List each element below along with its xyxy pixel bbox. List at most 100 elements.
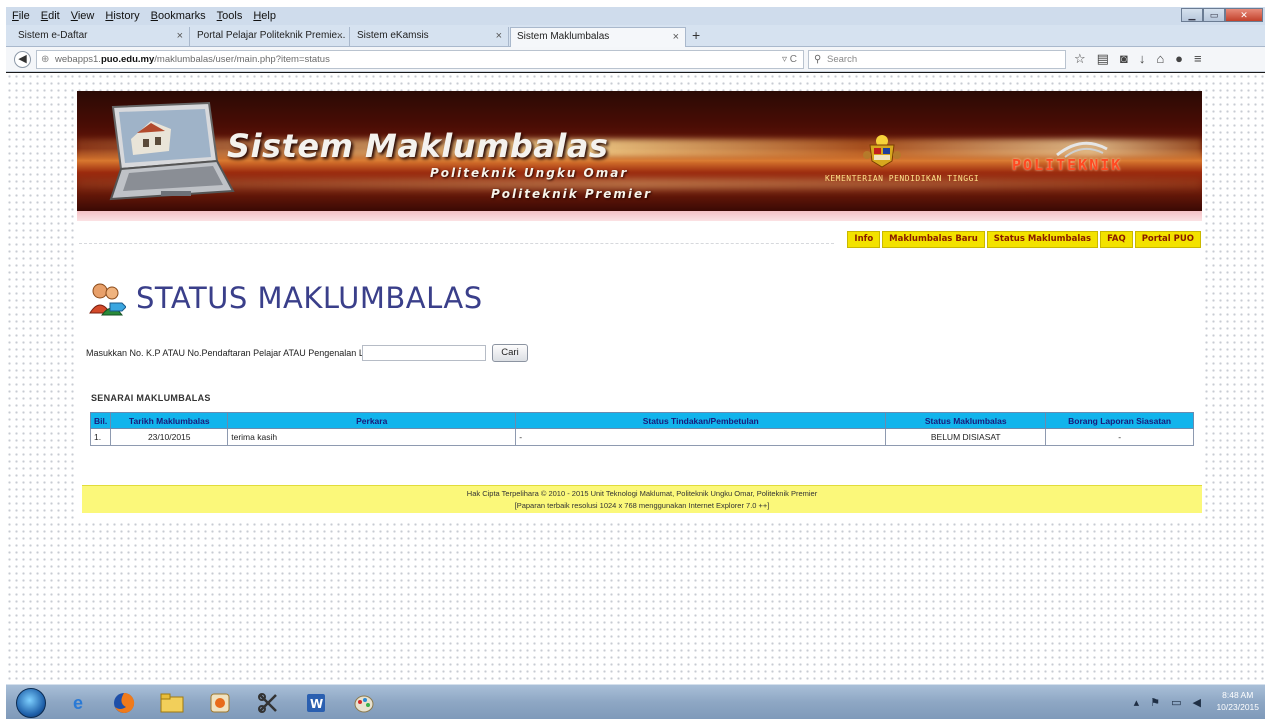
reload-icon[interactable]: ▿ C: [782, 51, 797, 68]
site-banner: Sistem Maklumbalas Politeknik Ungku Omar…: [77, 91, 1202, 211]
url-domain: puo.edu.my: [100, 54, 155, 65]
bookmark-star-icon[interactable]: ☆: [1074, 51, 1086, 67]
cell-status-maklumbalas: BELUM DISIASAT: [885, 428, 1047, 446]
page-container: Sistem Maklumbalas Politeknik Ungku Omar…: [74, 91, 1205, 519]
coat-of-arms-logo: [863, 135, 901, 168]
menu-help[interactable]: Help: [253, 10, 276, 22]
column-header: Perkara: [227, 412, 517, 429]
hamburger-menu-icon[interactable]: ≡: [1194, 51, 1202, 67]
nav-info[interactable]: Info: [847, 231, 881, 248]
nav-status-maklumbalas[interactable]: Status Maklumbalas: [986, 231, 1099, 248]
home-icon[interactable]: ⌂: [1156, 51, 1164, 67]
tab-label: Sistem e-Daftar: [18, 30, 88, 41]
media-player-icon[interactable]: [200, 688, 240, 718]
tab-bar: Sistem e-Daftar × Portal Pelajar Politek…: [6, 25, 1265, 47]
cell-borang-laporan: -: [1045, 428, 1194, 446]
cell-status-tindakan: -: [515, 428, 887, 446]
nav-faq[interactable]: FAQ: [1100, 231, 1133, 248]
toolbar-icons: ☆ ▤ ◙ ↓ ⌂ ● ≡: [1074, 51, 1202, 67]
politeknik-logo-text: POLITEKNIK: [1012, 156, 1123, 174]
cari-button[interactable]: Cari: [492, 344, 528, 362]
close-tab-icon[interactable]: ×: [496, 27, 502, 45]
laptop-icon: [109, 101, 235, 201]
pocket-icon[interactable]: ◙: [1120, 51, 1128, 67]
window-controls: ▁ ▭ ✕: [1181, 8, 1263, 22]
firefox-icon[interactable]: [104, 688, 144, 718]
users-status-icon: [89, 283, 126, 316]
svg-text:W: W: [310, 697, 323, 711]
divider: [79, 243, 834, 244]
tab-label: Sistem Maklumbalas: [517, 31, 610, 42]
system-tray[interactable]: ▴ ⚑ ▭ ◀: [1134, 696, 1205, 709]
nav-portal-puo[interactable]: Portal PUO: [1134, 231, 1201, 248]
taskbar: e W ▴ ⚑ ▭ ◀ 8:48 AM 10/23/2015: [6, 684, 1265, 719]
close-tab-icon[interactable]: ×: [337, 27, 343, 45]
close-tab-icon[interactable]: ×: [673, 28, 679, 46]
resolution-note: [Paparan terbaik resolusi 1024 x 768 men…: [514, 501, 770, 510]
feedback-table: Bil. Tarikh Maklumbalas Perkara Status T…: [89, 412, 1194, 446]
banner-underline: [77, 211, 1202, 221]
url-prefix: webapps1.: [55, 54, 101, 65]
page-viewport: Sistem Maklumbalas Politeknik Ungku Omar…: [6, 73, 1265, 684]
cell-tarikh: 23/10/2015: [110, 428, 229, 446]
search-placeholder: Search: [827, 54, 858, 65]
file-explorer-icon[interactable]: [152, 688, 192, 718]
page-footer: Hak Cipta Terpelihara © 2010 - 2015 Unit…: [82, 485, 1202, 513]
reading-list-icon[interactable]: ▤: [1097, 51, 1109, 67]
tab-e-daftar[interactable]: Sistem e-Daftar ×: [12, 27, 190, 47]
page-title: STATUS MAKLUMBALAS: [136, 281, 483, 315]
url-path: /maklumbalas/user/main.php?item=status: [154, 54, 330, 65]
tab-maklumbalas[interactable]: Sistem Maklumbalas ×: [510, 27, 686, 47]
address-bar[interactable]: ⊕ webapps1.puo.edu.my/maklumbalas/user/m…: [36, 50, 804, 69]
start-button[interactable]: [16, 688, 46, 718]
menu-bar: File Edit View History Bookmarks Tools H…: [12, 10, 276, 22]
tab-portal-pelajar[interactable]: Portal Pelajar Politeknik Premie... ×: [191, 27, 350, 47]
menu-view[interactable]: View: [71, 10, 95, 22]
tab-label: Sistem eKamsis: [357, 30, 429, 41]
screen: File Edit View History Bookmarks Tools H…: [6, 7, 1265, 719]
menu-history[interactable]: History: [105, 10, 139, 22]
snipping-tool-icon[interactable]: [248, 688, 288, 718]
column-header: Bil.: [89, 412, 112, 429]
table-header-row: Bil. Tarikh Maklumbalas Perkara Status T…: [89, 412, 1194, 429]
search-input[interactable]: ⚲ Search: [808, 50, 1066, 69]
maximize-button[interactable]: ▭: [1203, 8, 1225, 22]
close-window-button[interactable]: ✕: [1225, 8, 1263, 22]
navigation-bar: ◀ ⊕ webapps1.puo.edu.my/maklumbalas/user…: [6, 47, 1265, 72]
download-icon[interactable]: ↓: [1139, 51, 1146, 67]
banner-title: Sistem Maklumbalas: [227, 127, 609, 165]
menu-file[interactable]: File: [12, 10, 30, 22]
column-header: Borang Laporan Siasatan: [1045, 412, 1194, 429]
close-tab-icon[interactable]: ×: [177, 27, 183, 45]
copyright-text: Hak Cipta Terpelihara © 2010 - 2015 Unit…: [466, 489, 818, 498]
paint-icon[interactable]: [344, 688, 384, 718]
list-title: SENARAI MAKLUMBALAS: [91, 393, 211, 403]
tab-label: Portal Pelajar Politeknik Premie...: [197, 30, 346, 41]
nav-maklumbalas-baru[interactable]: Maklumbalas Baru: [882, 231, 985, 248]
cell-perkara: terima kasih: [227, 428, 517, 446]
table-row: 1. 23/10/2015 terima kasih - BELUM DISIA…: [89, 428, 1194, 446]
title-bar: File Edit View History Bookmarks Tools H…: [6, 7, 1265, 25]
minimize-button[interactable]: ▁: [1181, 8, 1203, 22]
tab-ekamsis[interactable]: Sistem eKamsis ×: [351, 27, 509, 47]
clock[interactable]: 8:48 AM 10/23/2015: [1216, 689, 1259, 713]
search-icon: ⚲: [814, 54, 822, 65]
search-label: Masukkan No. K.P ATAU No.Pendaftaran Pel…: [86, 348, 381, 358]
back-icon[interactable]: ◀: [14, 51, 31, 68]
column-header: Tarikh Maklumbalas: [110, 412, 229, 429]
word-icon[interactable]: W: [296, 688, 336, 718]
banner-subtitle: Politeknik Premier: [491, 187, 653, 201]
globe-icon: ⊕: [41, 54, 50, 65]
chat-icon[interactable]: ●: [1175, 51, 1183, 67]
menu-edit[interactable]: Edit: [41, 10, 60, 22]
internet-explorer-icon[interactable]: e: [58, 688, 98, 718]
clock-date: 10/23/2015: [1216, 702, 1259, 712]
menu-tools[interactable]: Tools: [217, 10, 243, 22]
new-tab-icon[interactable]: +: [692, 27, 700, 43]
top-nav: Info Maklumbalas Baru Status Maklumbalas…: [847, 231, 1201, 248]
menu-bookmarks[interactable]: Bookmarks: [151, 10, 206, 22]
column-header: Status Maklumbalas: [885, 412, 1047, 429]
column-header: Status Tindakan/Pembetulan: [515, 412, 887, 429]
banner-subtitle: Politeknik Ungku Omar: [430, 166, 629, 180]
identity-search-input[interactable]: [362, 345, 486, 361]
